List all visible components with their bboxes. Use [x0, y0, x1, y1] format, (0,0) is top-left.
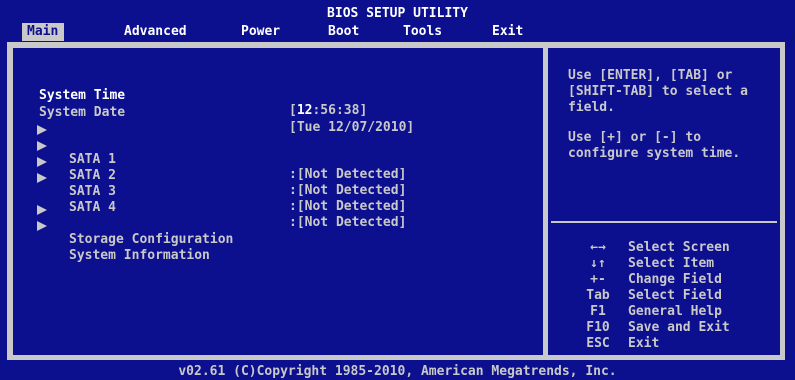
key-description: Exit: [628, 336, 660, 351]
system-information-row[interactable]: System Information: [13, 218, 210, 278]
key-description: Select Screen: [628, 240, 730, 255]
key-legend-row: F1 General Help: [578, 304, 778, 320]
submenu-arrow-icon: [37, 205, 47, 215]
sata-1-value: :[Not Detected]: [289, 167, 407, 182]
sata-3-label: SATA 3: [69, 184, 116, 199]
key-name: F1: [590, 304, 606, 319]
help-divider: [551, 221, 777, 223]
menu-power[interactable]: Power: [241, 23, 280, 41]
sata-3-value: :[Not Detected]: [289, 199, 407, 214]
menu-advanced[interactable]: Advanced: [124, 23, 187, 41]
sata-2-label: SATA 2: [69, 168, 116, 183]
left-right-arrows-icon: ←→: [590, 240, 606, 255]
key-name: +-: [590, 272, 606, 287]
submenu-arrow-icon: [37, 221, 47, 231]
key-name: F10: [586, 320, 610, 335]
submenu-arrow-icon: [37, 173, 47, 183]
help-text-navigation: Use [ENTER], [TAB] or [SHIFT-TAB] to sel…: [568, 68, 749, 115]
key-legend-row: F10 Save and Exit: [578, 320, 778, 336]
up-down-arrows-icon: ↓↑: [590, 256, 606, 271]
system-time-label: System Time: [39, 88, 126, 103]
sata-1-label: SATA 1: [69, 152, 116, 167]
copyright-footer: v02.61 (C)Copyright 1985-2010, American …: [178, 364, 617, 379]
system-time-hours[interactable]: 12: [297, 103, 313, 118]
system-time-value[interactable]: [12:56:38]: [289, 103, 367, 118]
sata-4-value: :[Not Detected]: [289, 215, 407, 230]
menu-tools[interactable]: Tools: [403, 23, 442, 41]
submenu-arrow-icon: [37, 125, 47, 135]
help-text-time: Use [+] or [-] to configure system time.: [568, 130, 741, 161]
settings-pane: System Time [12:56:38] System Date [Tue …: [13, 48, 543, 355]
key-description: Select Item: [628, 256, 715, 271]
key-legend-row: Tab Select Field: [578, 288, 778, 304]
key-legend-row: ←→ Select Screen: [578, 240, 778, 256]
system-information-label: System Information: [69, 248, 210, 263]
key-legend-row: +- Change Field: [578, 272, 778, 288]
system-date-value[interactable]: [Tue 12/07/2010]: [289, 120, 414, 135]
submenu-arrow-icon: [37, 157, 47, 167]
submenu-arrow-icon: [37, 141, 47, 151]
key-description: General Help: [628, 304, 722, 319]
key-legend-row: ESC Exit: [578, 336, 778, 352]
help-pane: Use [ENTER], [TAB] or [SHIFT-TAB] to sel…: [548, 48, 780, 355]
sata-2-value: :[Not Detected]: [289, 183, 407, 198]
key-description: Select Field: [628, 288, 722, 303]
key-legend-row: ↓↑ Select Item: [578, 256, 778, 272]
key-description: Save and Exit: [628, 320, 730, 335]
key-description: Change Field: [628, 272, 722, 287]
key-name: ESC: [586, 336, 610, 351]
menu-boot[interactable]: Boot: [328, 23, 359, 41]
storage-configuration-label: Storage Configuration: [69, 232, 234, 247]
key-name: Tab: [586, 288, 610, 303]
sata-4-label: SATA 4: [69, 200, 116, 215]
menu-main[interactable]: Main: [22, 23, 65, 41]
system-date-label: System Date: [39, 105, 126, 120]
bios-title: BIOS SETUP UTILITY: [327, 6, 468, 21]
menu-exit[interactable]: Exit: [492, 23, 523, 41]
